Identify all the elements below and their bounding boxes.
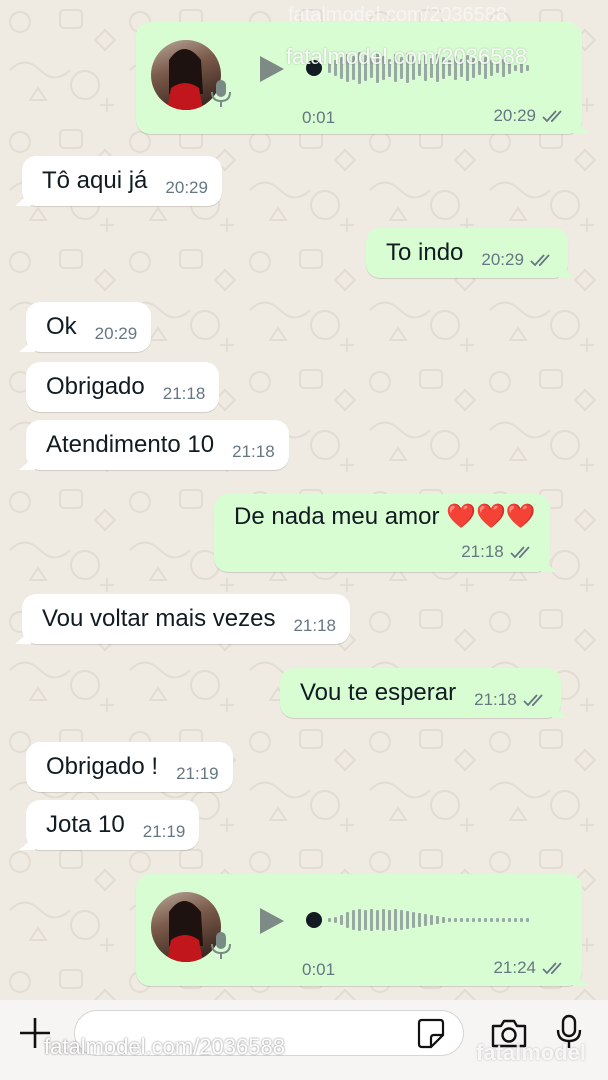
message-meta: 21:18 bbox=[293, 616, 336, 636]
audio-waveform[interactable] bbox=[304, 900, 564, 940]
play-icon[interactable] bbox=[258, 54, 286, 84]
message-text: Ok bbox=[46, 313, 77, 340]
message-meta: 21:24 bbox=[493, 958, 566, 978]
message-time: 20:29 bbox=[94, 324, 138, 343]
message-meta: 21:18 bbox=[474, 690, 547, 710]
message-time: 21:18 bbox=[461, 542, 504, 561]
composer-bar: fatalmodel.com/2036588 fatalmodel bbox=[0, 1000, 608, 1080]
camera-icon[interactable] bbox=[490, 1018, 528, 1048]
message-time: 21:18 bbox=[293, 616, 336, 635]
message-time: 20:29 bbox=[481, 250, 524, 269]
message-text: Obrigado ! bbox=[46, 753, 159, 780]
message-text: Vou te esperar bbox=[300, 679, 457, 706]
plus-icon[interactable] bbox=[18, 1016, 52, 1050]
message-time: 20:29 bbox=[165, 178, 208, 197]
voice-duration: 0:01 bbox=[302, 960, 336, 979]
message-meta: 21:18 bbox=[461, 542, 534, 562]
message-meta: 21:18 bbox=[163, 384, 206, 404]
message-text: Tô aqui já bbox=[42, 167, 148, 194]
message-time: 21:18 bbox=[232, 442, 275, 461]
audio-waveform[interactable] bbox=[304, 48, 564, 88]
message-bubble[interactable]: Jota 10 21:19 bbox=[26, 800, 200, 850]
message-meta: 20:29 bbox=[95, 324, 138, 344]
message-list[interactable]: 0:01 20:29 fatalmodel.com/2036588 Tô aqu… bbox=[0, 0, 608, 1000]
read-ticks-icon bbox=[542, 962, 562, 975]
message-time: 21:18 bbox=[162, 384, 206, 403]
message-bubble[interactable]: Ok 20:29 bbox=[26, 302, 152, 352]
microphone-icon bbox=[211, 80, 231, 107]
message-meta: 21:18 bbox=[232, 442, 275, 462]
message-meta: 20:29 bbox=[493, 106, 566, 126]
message-bubble[interactable]: Vou te esperar 21:18 bbox=[280, 668, 561, 718]
microphone-icon[interactable] bbox=[556, 1014, 582, 1050]
message-meta: 20:29 bbox=[165, 178, 208, 198]
message-bubble[interactable]: Vou voltar mais vezes 21:18 bbox=[22, 594, 350, 644]
microphone-icon bbox=[211, 932, 231, 959]
play-icon[interactable] bbox=[258, 906, 286, 936]
message-time: 21:19 bbox=[142, 822, 186, 841]
message-text: To indo bbox=[386, 239, 464, 266]
message-text: Jota 10 bbox=[46, 811, 125, 838]
voice-message[interactable]: 0:01 21:24 bbox=[136, 874, 582, 986]
message-bubble[interactable]: De nada meu amor ❤️❤️❤️ 21:18 bbox=[214, 494, 550, 572]
message-text: Atendimento 10 bbox=[46, 431, 215, 458]
message-bubble[interactable]: Obrigado 21:18 bbox=[26, 362, 220, 412]
message-time: 21:18 bbox=[474, 690, 517, 709]
read-ticks-icon bbox=[523, 694, 543, 707]
message-bubble[interactable]: Obrigado ! 21:19 bbox=[26, 742, 233, 792]
read-ticks-icon bbox=[542, 110, 562, 123]
message-time: 21:19 bbox=[176, 764, 219, 783]
read-ticks-icon bbox=[510, 546, 530, 559]
message-meta: 21:19 bbox=[176, 764, 219, 784]
message-text: Obrigado bbox=[46, 373, 145, 400]
voice-message[interactable]: 0:01 20:29 fatalmodel.com/2036588 bbox=[136, 22, 582, 134]
read-ticks-icon bbox=[530, 254, 550, 267]
message-text: Vou voltar mais vezes bbox=[42, 605, 276, 632]
message-time: 21:24 bbox=[493, 958, 536, 977]
message-time: 20:29 bbox=[493, 106, 536, 125]
message-bubble[interactable]: Atendimento 10 21:18 bbox=[26, 420, 289, 470]
voice-duration: 0:01 bbox=[302, 108, 336, 127]
message-text: De nada meu amor ❤️❤️❤️ bbox=[234, 503, 536, 530]
message-bubble[interactable]: To indo 20:29 bbox=[366, 228, 568, 278]
message-bubble[interactable]: Tô aqui já 20:29 bbox=[22, 156, 222, 206]
message-input[interactable] bbox=[74, 1010, 464, 1056]
message-meta: 21:19 bbox=[143, 822, 186, 842]
message-meta: 20:29 bbox=[481, 250, 554, 270]
sticker-icon[interactable] bbox=[415, 1017, 447, 1049]
